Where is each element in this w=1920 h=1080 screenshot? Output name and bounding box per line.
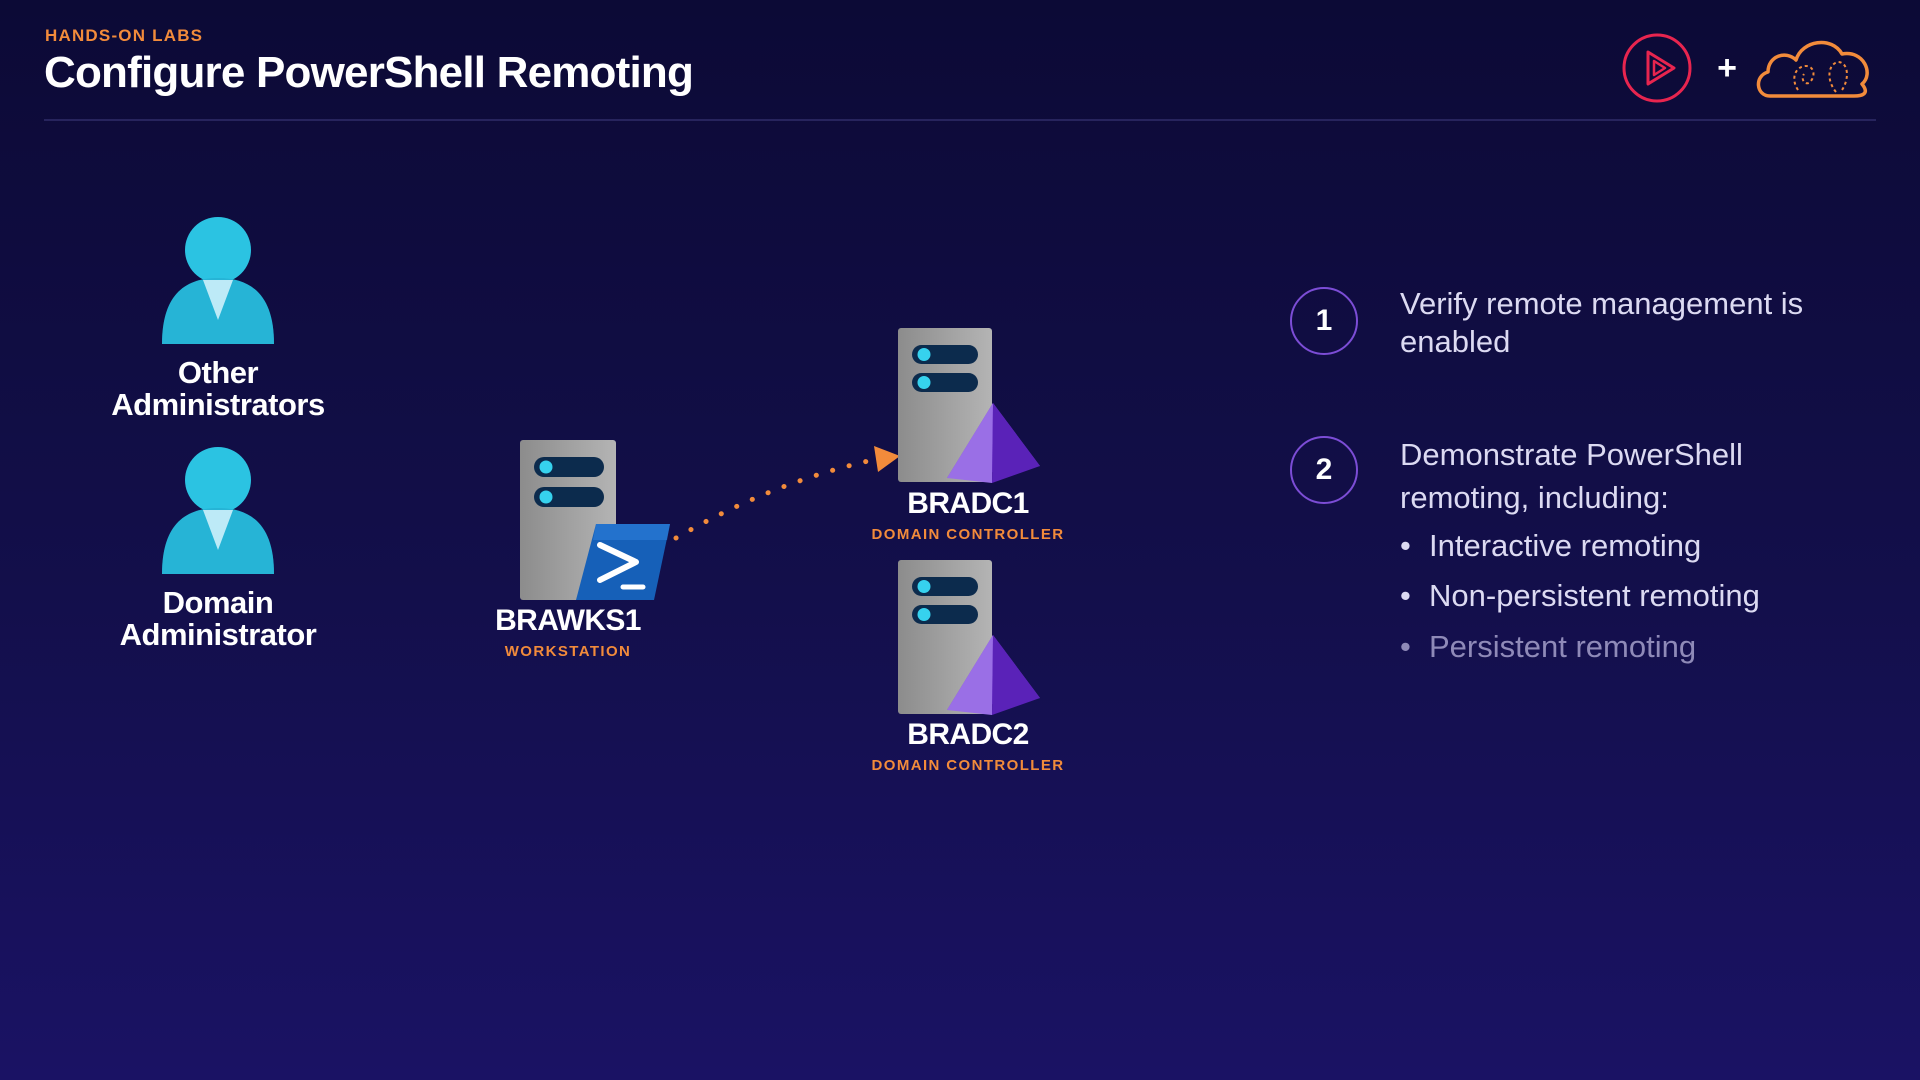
dc1-prism-icon [947,403,1040,483]
node-role: DOMAIN CONTROLLER [871,526,1065,543]
dc2-prism-icon [947,635,1040,715]
bullet-item: • Non-persistent remoting [1400,578,1760,613]
pluralsight-logo-icon [1622,33,1692,103]
brand-logos: + [1622,33,1869,103]
node-name: BRADC1 [907,487,1029,520]
bullet-text: Interactive remoting [1429,528,1702,563]
step-1-badge: 1 [1290,287,1358,355]
node-dc2: BRADC2 DOMAIN CONTROLLER [858,718,1078,775]
plus-sign: + [1717,49,1737,87]
powershell-icon [576,524,670,600]
step-1-text: Verify remote management is enabled [1400,286,1804,359]
bullet-item: • Interactive remoting [1400,528,1702,563]
bullet-item: • Persistent remoting [1400,629,1697,664]
person-icon [162,447,274,574]
person-other-administrators: Other Administrators [68,216,368,421]
step-2-badge: 2 [1290,436,1358,504]
bullet-text: Persistent remoting [1429,629,1697,664]
eyebrow-label: HANDS-ON LABS [45,26,204,45]
dc1-server-icon [898,328,992,482]
node-name: BRADC2 [907,718,1029,751]
node-role: WORKSTATION [504,643,632,660]
person-icon [162,217,274,344]
header-divider [44,119,1876,121]
step-2-text: Demonstrate PowerShell remoting, includi… [1400,437,1743,515]
page-title: Configure PowerShell Remoting [44,48,694,97]
bullet-text: Non-persistent remoting [1429,578,1760,613]
cloud-logo-icon [1756,40,1869,98]
person-label: Domain Administrator [119,585,317,652]
node-role: DOMAIN CONTROLLER [871,757,1065,774]
node-dc1: BRADC1 DOMAIN CONTROLLER [858,487,1078,544]
dc2-server-icon [898,560,992,714]
person-domain-administrator: Domain Administrator [68,446,368,651]
node-name: BRAWKS1 [495,604,641,637]
workstation-server-icon [520,440,616,600]
node-workstation: BRAWKS1 WORKSTATION [458,604,678,661]
person-label: Other Administrators [111,355,325,422]
